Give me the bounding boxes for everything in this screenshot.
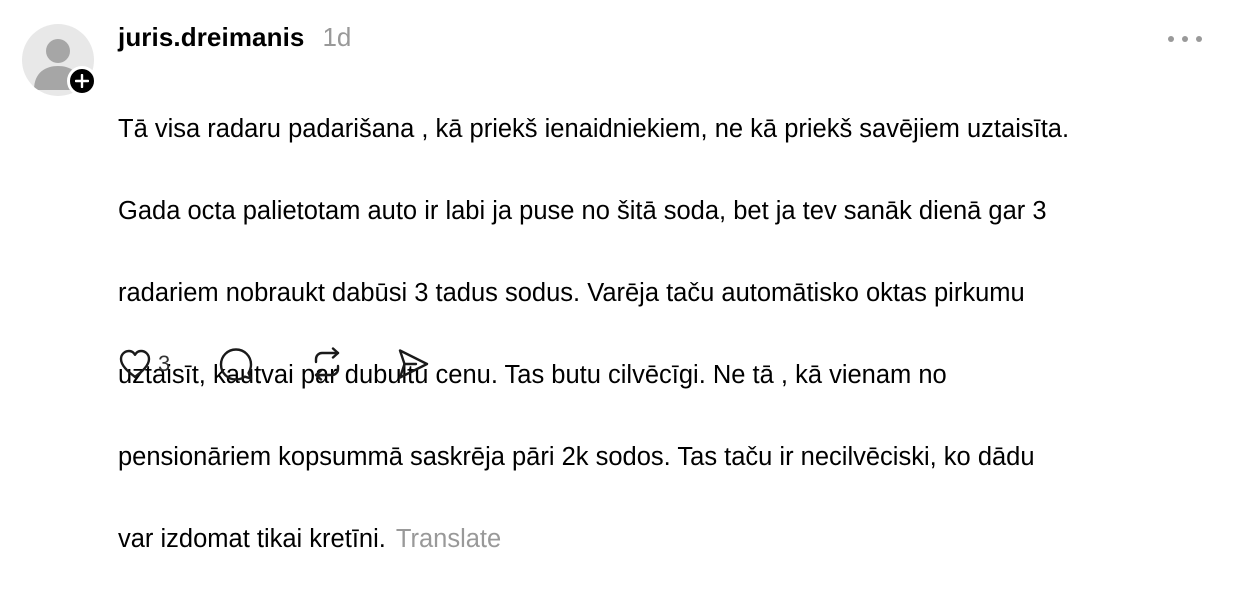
avatar-container[interactable] — [22, 24, 98, 100]
heart-icon — [119, 349, 151, 379]
post-timestamp[interactable]: 1d — [322, 22, 351, 53]
post-body-line: Gada octa palietotam auto ir labi ja pus… — [118, 197, 1047, 225]
repost-button[interactable] — [310, 347, 396, 381]
post-header: juris.dreimanis 1d — [118, 22, 351, 58]
post-card: juris.dreimanis 1d Tā visa radaru padari… — [0, 0, 1235, 553]
plus-icon — [75, 74, 89, 88]
follow-button[interactable] — [67, 66, 97, 96]
post-body-line: var izdomat tikai kretīni. — [118, 525, 386, 553]
share-button[interactable] — [396, 347, 430, 381]
post-body-last-line: var izdomat tikai kretīni. Translate — [118, 519, 1208, 560]
post-body: Tā visa radaru padarišana , kā priekš ie… — [118, 68, 1208, 601]
more-horizontal-icon — [1168, 36, 1202, 42]
like-count: 3 — [158, 351, 171, 376]
reply-button[interactable] — [218, 347, 310, 381]
send-icon — [398, 349, 429, 379]
like-button[interactable]: 3 — [118, 348, 218, 380]
more-options-button[interactable] — [1160, 26, 1210, 52]
translate-link[interactable]: Translate — [396, 525, 501, 553]
post-body-line: Tā visa radaru padarišana , kā priekš ie… — [118, 115, 1070, 143]
post-body-line: radariem nobraukt dabūsi 3 tadus sodus. … — [118, 279, 1025, 307]
post-body-line: pensionāriem kopsummā saskrēja pāri 2k s… — [118, 443, 1035, 471]
repost-icon — [314, 347, 340, 381]
comment-icon — [219, 348, 253, 381]
post-actions: 3 — [118, 344, 430, 384]
username-link[interactable]: juris.dreimanis — [118, 22, 304, 53]
